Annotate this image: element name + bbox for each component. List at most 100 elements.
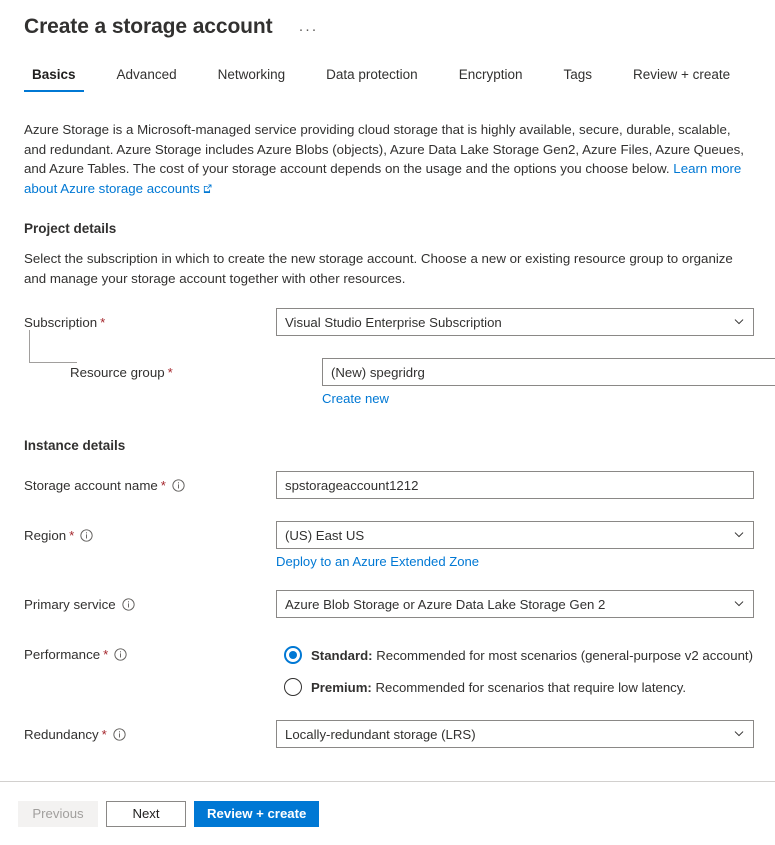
info-icon[interactable] [121,598,135,611]
form-content: Azure Storage is a Microsoft-managed ser… [0,120,775,750]
radio-performance-premium-label: Premium: Recommended for scenarios that … [311,679,686,696]
subscription-required-marker: * [100,315,106,330]
redundancy-dropdown[interactable]: Locally-redundant storage (LRS) [276,720,754,748]
tab-basics[interactable]: Basics [24,66,84,92]
info-icon[interactable] [113,728,126,741]
subscription-label-text: Subscription [24,315,98,330]
intro-text: Azure Storage is a Microsoft-managed ser… [24,122,744,176]
radio-performance-standard[interactable]: Standard: Recommended for most scenarios… [284,642,753,668]
more-options-icon[interactable]: ··· [295,22,323,37]
chevron-down-icon [733,598,745,610]
resource-group-label-text: Resource group [70,365,165,380]
chevron-down-icon [733,728,745,740]
subscription-field-col: Visual Studio Enterprise Subscription [276,308,754,336]
radio-performance-premium-desc: Recommended for scenarios that require l… [371,679,687,695]
tab-review-create[interactable]: Review + create [625,66,738,92]
primary-service-value: Azure Blob Storage or Azure Data Lake St… [285,596,606,612]
field-row-redundancy: Redundancy * Locally-redundant storage (L… [24,720,754,750]
field-row-primary-service: Primary service Azure Blob Storage or Az… [24,590,754,620]
field-row-subscription: Subscription * Visual Studio Enterprise S… [24,308,754,338]
radio-performance-premium[interactable]: Premium: Recommended for scenarios that … [284,674,753,700]
radio-performance-standard-name: Standard: [311,647,373,663]
performance-label: Performance * [24,640,276,663]
tab-advanced-label: Advanced [116,67,177,82]
external-link-icon [203,184,212,193]
redundancy-label-text: Redundancy [24,727,99,742]
review-create-button[interactable]: Review + create [194,800,320,827]
tab-advanced[interactable]: Advanced [109,66,185,92]
redundancy-required-marker: * [101,727,107,742]
resource-group-value: (New) spegridrg [331,364,425,380]
chevron-down-icon [733,529,745,541]
storage-account-name-value: spstorageaccount1212 [285,477,419,493]
info-icon[interactable] [172,479,185,492]
deploy-extended-zone-link[interactable]: Deploy to an Azure Extended Zone [276,554,479,569]
subscription-value: Visual Studio Enterprise Subscription [285,314,502,330]
region-label: Region * [24,521,276,544]
radio-performance-standard-desc: Recommended for most scenarios (general-… [372,647,753,663]
field-row-performance: Performance * Standard: Recommended for m… [24,640,753,700]
page-title: Create a storage account [24,15,273,38]
tab-data-protection-label: Data protection [326,67,418,82]
instance-details-heading: Instance details [24,438,126,453]
tab-networking[interactable]: Networking [210,66,294,92]
region-field-col: (US) East US Deploy to an Azure Extended… [276,521,754,570]
storage-account-name-input[interactable]: spstorageaccount1212 [276,471,754,499]
tab-data-protection[interactable]: Data protection [318,66,426,92]
region-dropdown[interactable]: (US) East US [276,521,754,549]
field-row-resource-group: Resource group * (New) spegridrg Create n… [24,358,775,407]
blade-header: Create a storage account ··· [0,0,775,40]
storage-account-name-required-marker: * [160,478,166,493]
previous-button[interactable]: Previous [18,800,98,827]
storage-account-name-field-col: spstorageaccount1212 [276,471,754,499]
tab-encryption-label: Encryption [458,67,523,82]
resource-group-sublink: Create new [322,390,753,407]
redundancy-label: Redundancy * [24,720,276,743]
project-details-description: Select the subscription in which to crea… [24,251,733,286]
primary-service-label: Primary service [24,590,276,613]
info-icon[interactable] [80,529,93,542]
subscription-label: Subscription * [24,308,276,331]
instance-details-form: Storage account name * spstorageaccount12… [24,471,754,750]
tab-review-create-label: Review + create [633,67,731,82]
info-icon[interactable] [114,648,127,661]
radio-unselected-icon [284,678,302,696]
redundancy-field-col: Locally-redundant storage (LRS) [276,720,754,748]
resource-group-label: Resource group * [24,358,322,381]
performance-radio-group: Standard: Recommended for most scenarios… [276,640,753,700]
primary-service-dropdown[interactable]: Azure Blob Storage or Azure Data Lake St… [276,590,754,618]
region-required-marker: * [69,528,75,543]
chevron-down-icon [733,316,745,328]
tab-tags[interactable]: Tags [555,66,600,92]
tab-networking-label: Networking [217,67,286,82]
resource-group-field-col: (New) spegridrg Create new [322,358,775,407]
field-row-storage-account-name: Storage account name * spstorageaccount12… [24,471,754,501]
storage-account-name-label: Storage account name * [24,471,276,494]
radio-performance-standard-label: Standard: Recommended for most scenarios… [311,647,753,664]
next-button[interactable]: Next [106,800,186,827]
radio-performance-premium-name: Premium: [311,679,372,695]
performance-required-marker: * [103,647,109,662]
storage-account-name-label-text: Storage account name [24,478,158,493]
create-new-resource-group-link[interactable]: Create new [322,391,389,406]
wizard-footer: Previous Next Review + create [0,781,775,845]
primary-service-field-col: Azure Blob Storage or Azure Data Lake St… [276,590,754,618]
redundancy-value: Locally-redundant storage (LRS) [285,726,476,742]
project-details-form: Subscription * Visual Studio Enterprise S… [24,308,775,407]
subscription-dropdown[interactable]: Visual Studio Enterprise Subscription [276,308,754,336]
primary-service-label-text: Primary service [24,597,116,612]
resource-group-required-marker: * [167,365,173,380]
field-row-region: Region * (US) East US Deploy to an Azure … [24,521,754,570]
region-sublink: Deploy to an Azure Extended Zone [276,553,753,570]
resource-group-dropdown[interactable]: (New) spegridrg [322,358,775,386]
tab-encryption[interactable]: Encryption [451,66,531,92]
tab-basics-label: Basics [32,67,76,82]
tab-tags-label: Tags [563,67,593,82]
project-details-heading: Project details [24,221,117,236]
region-value: (US) East US [285,527,365,543]
performance-label-text: Performance [24,647,101,662]
